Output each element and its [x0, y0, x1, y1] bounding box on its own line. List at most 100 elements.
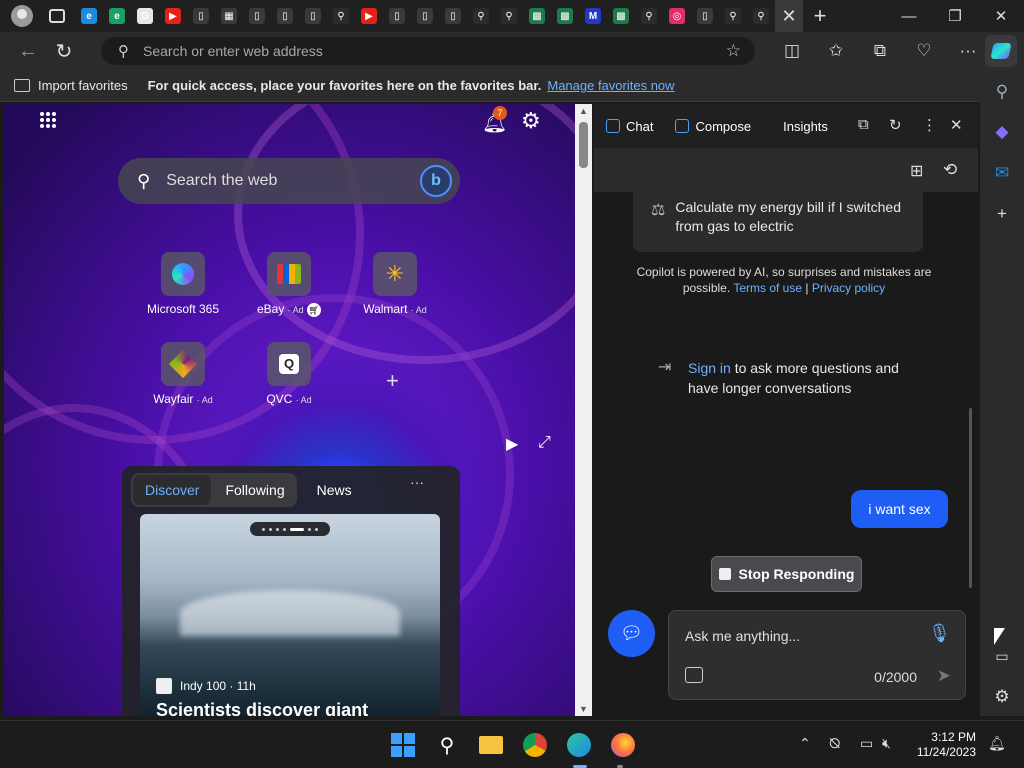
privacy-policy-link[interactable]: Privacy policy [812, 281, 885, 295]
tab-news[interactable]: News [307, 482, 362, 498]
show-hidden-icons[interactable]: ⌃ [799, 735, 811, 752]
browser-tab[interactable]: ◎ [663, 0, 691, 32]
browser-tab[interactable]: ▯ [411, 0, 439, 32]
refresh-icon[interactable]: ↻ [46, 39, 82, 64]
tile-microsoft-365[interactable]: Microsoft 365 [133, 252, 233, 316]
browser-tab[interactable]: ▦ [215, 0, 243, 32]
scroll-down-icon[interactable]: ▼ [579, 704, 588, 714]
browser-tab[interactable]: ⚲ [495, 0, 523, 32]
browser-tab[interactable]: ▯ [243, 0, 271, 32]
chat-input[interactable]: Ask me anything... 🎙︎ 0/2000 ➤ [668, 610, 966, 700]
browser-tab[interactable]: ⚲ [327, 0, 355, 32]
tab-compose[interactable]: Compose [675, 119, 751, 134]
browser-tab[interactable]: ⚲ [635, 0, 663, 32]
browser-tab[interactable]: ▯ [187, 0, 215, 32]
browser-tab[interactable]: ▶ [159, 0, 187, 32]
page-scrollbar[interactable]: ▲ ▼ [575, 104, 592, 716]
tab-insights[interactable]: Insights [783, 119, 828, 134]
tile-walmart[interactable]: ✳ Walmart · Ad [345, 252, 445, 316]
outlook-icon[interactable]: ✉ [980, 163, 1024, 183]
clock[interactable]: 3:12 PM 11/24/2023 [912, 730, 976, 760]
back-icon[interactable]: ← [10, 40, 46, 63]
favorites-icon[interactable]: ✩ [814, 41, 858, 61]
browser-tab[interactable]: ▯ [691, 0, 719, 32]
taskbar-search-icon[interactable]: ⚲ [433, 731, 461, 759]
visual-search-icon[interactable] [685, 667, 703, 683]
minimize-icon[interactable]: — [886, 0, 932, 32]
favorite-star-icon[interactable]: ☆ [726, 41, 741, 61]
plugins-icon[interactable]: ⊞ [910, 161, 923, 181]
apps-launcher-icon[interactable] [40, 112, 56, 128]
close-window-icon[interactable]: ✕ [978, 0, 1024, 32]
browser-tab[interactable]: e [103, 0, 131, 32]
suggestion-card[interactable]: ⚖ Calculate my energy bill if I switched… [633, 192, 923, 252]
import-favorites-button[interactable]: Import favorites [38, 78, 128, 93]
history-icon[interactable]: ⟲ [943, 160, 957, 180]
browser-tab[interactable]: e [75, 0, 103, 32]
new-tab-button[interactable]: + [803, 0, 837, 32]
browser-tab[interactable]: ▯ [271, 0, 299, 32]
pane-more-icon[interactable]: ⋮ [922, 116, 937, 134]
volume-muted-icon[interactable]: 🔇︎ [882, 735, 891, 752]
feed-more-icon[interactable]: ··· [410, 474, 424, 490]
tile-wayfair[interactable]: Wayfair · Ad [133, 342, 233, 406]
manage-favorites-link[interactable]: Manage favorites now [547, 78, 674, 93]
sidebar-settings-icon[interactable]: ⚙ [980, 687, 1024, 707]
firefox-taskbar-icon[interactable] [609, 731, 637, 759]
browser-tab[interactable]: ▯ [439, 0, 467, 32]
add-shortcut-icon[interactable]: + [386, 368, 399, 394]
sidebar-copilot-icon[interactable]: ◆ [980, 122, 1024, 142]
split-screen-icon[interactable]: ◫ [770, 41, 814, 61]
stop-responding-button[interactable]: Stop Responding [711, 556, 862, 592]
browser-tab[interactable]: ▶ [355, 0, 383, 32]
browser-tab[interactable]: ▯ [383, 0, 411, 32]
sidebar-search-icon[interactable]: ⚲ [980, 82, 1024, 102]
scroll-up-icon[interactable]: ▲ [579, 106, 588, 116]
tile-ebay[interactable]: eBay · Ad 🛒︎ [239, 252, 339, 317]
scrollbar-thumb[interactable] [579, 122, 588, 168]
active-tab-close-icon[interactable]: ✕ [775, 0, 803, 32]
browser-tab[interactable]: ⚲ [467, 0, 495, 32]
new-topic-button[interactable]: 💬︎ [608, 610, 655, 657]
bing-icon[interactable]: b [420, 165, 452, 197]
pane-close-icon[interactable]: ✕ [950, 116, 963, 134]
browser-tab[interactable]: ▯ [299, 0, 327, 32]
restore-icon[interactable]: ❐ [932, 0, 978, 32]
pane-refresh-icon[interactable]: ↻ [889, 116, 902, 134]
display-icon[interactable]: ▭ [860, 735, 873, 752]
browser-tab[interactable]: ▩ [523, 0, 551, 32]
start-button[interactable] [389, 731, 417, 759]
notification-center-icon[interactable]: 🔔︎ [988, 735, 1006, 752]
chrome-taskbar-icon[interactable] [521, 731, 549, 759]
tab-following[interactable]: Following [213, 482, 296, 498]
edge-taskbar-icon[interactable] [565, 731, 593, 759]
browser-tab[interactable]: ▩ [607, 0, 635, 32]
network-icon[interactable]: ⦰ [829, 735, 840, 752]
microphone-icon[interactable]: 🎙︎ [928, 623, 951, 644]
browser-tab[interactable]: ⚲ [719, 0, 747, 32]
terms-of-use-link[interactable]: Terms of use [733, 281, 802, 295]
tab-actions-icon[interactable] [49, 9, 65, 23]
news-card[interactable]: Indy 100 · 11h Scientists discover giant [140, 514, 440, 716]
page-settings-gear-icon[interactable]: ⚙ [521, 108, 541, 134]
browser-tab[interactable]: G [131, 0, 159, 32]
copilot-icon[interactable] [985, 35, 1017, 67]
carousel-indicator[interactable] [250, 522, 330, 536]
browser-tab[interactable]: ▩ [551, 0, 579, 32]
browser-tab[interactable]: M [579, 0, 607, 32]
tab-chat[interactable]: Chat [606, 119, 653, 134]
web-search-box[interactable]: ⚲ Search the web b [118, 158, 460, 204]
play-icon[interactable]: ▶ [506, 434, 518, 454]
expand-icon[interactable]: ⤢ [538, 434, 551, 452]
chat-scrollbar[interactable] [969, 408, 972, 588]
profile-avatar[interactable] [11, 5, 33, 27]
file-explorer-icon[interactable] [477, 731, 505, 759]
browser-essentials-icon[interactable]: ♡ [902, 41, 946, 61]
tab-discover[interactable]: Discover [133, 475, 212, 505]
address-bar[interactable]: ⚲ Search or enter web address ☆ [101, 37, 755, 65]
more-menu-icon[interactable]: ··· [946, 41, 990, 61]
open-in-new-tab-icon[interactable]: ⧉ [858, 116, 869, 133]
tile-qvc[interactable]: Q QVC · Ad [239, 342, 339, 406]
browser-tab[interactable]: ⚲ [747, 0, 775, 32]
sign-in-link[interactable]: Sign in [688, 360, 731, 376]
